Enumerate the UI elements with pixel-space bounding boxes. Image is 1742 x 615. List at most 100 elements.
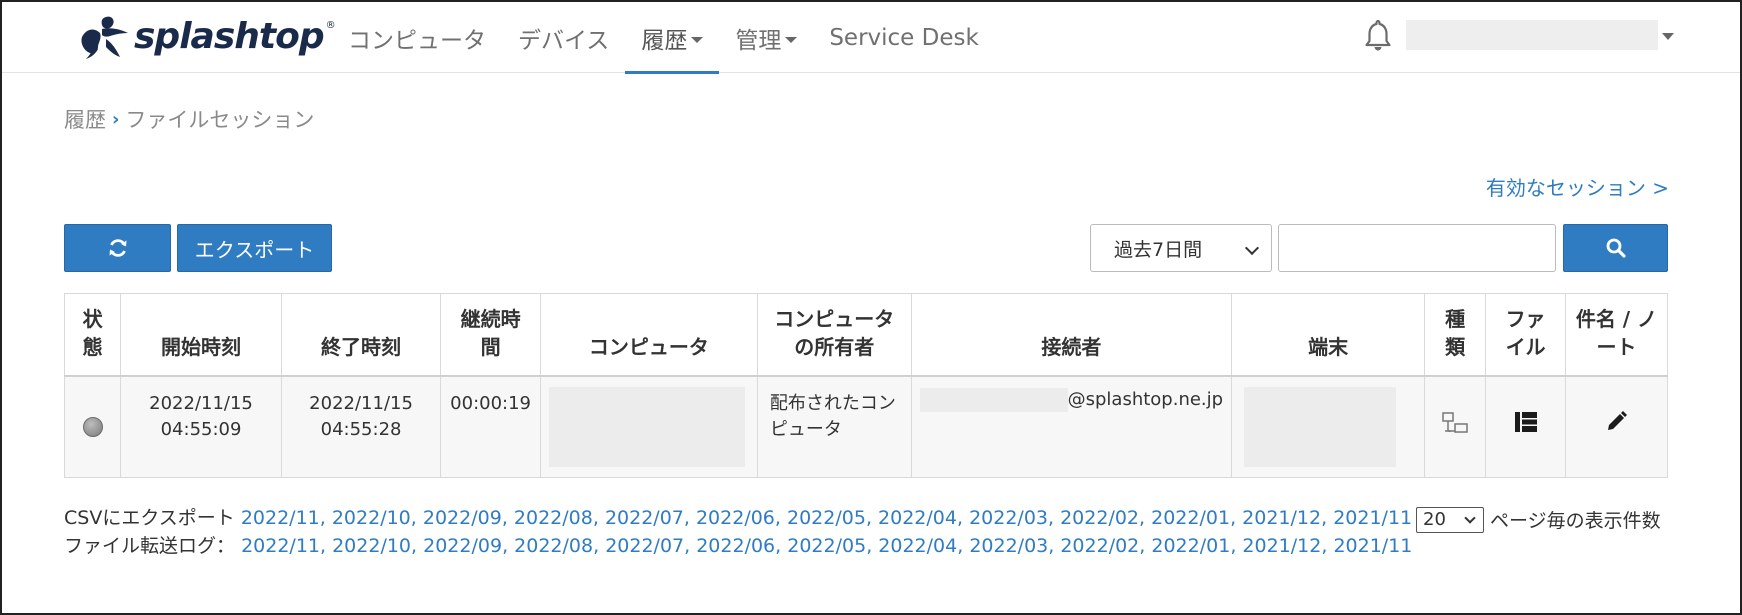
user-account-menu[interactable] <box>1406 20 1658 50</box>
connector-value: @splashtop.ne.jp <box>919 387 1224 413</box>
main-nav: コンピュータ デバイス 履歴 管理 Service Desk <box>332 2 995 74</box>
subject-icon-wrap <box>1566 391 1667 433</box>
nav-service-desk[interactable]: Service Desk <box>813 2 994 73</box>
account-chevron-down-icon[interactable] <box>1662 33 1674 40</box>
log-month-link[interactable]: 2022/11 <box>241 535 320 557</box>
csv-month-link[interactable]: 2022/08 <box>514 507 593 529</box>
cell-subject <box>1564 375 1669 478</box>
bell-icon[interactable] <box>1362 18 1394 52</box>
top-header: splashtop ® コンピュータ デバイス 履歴 管理 Service De… <box>2 2 1740 74</box>
csv-month-link[interactable]: 2022/11 <box>241 507 320 529</box>
col-start-time[interactable]: 開始時刻 <box>120 293 282 376</box>
network-type-icon[interactable] <box>1441 411 1469 435</box>
col-status[interactable]: 状 態 <box>63 293 122 376</box>
export-button-label: エクスポート <box>194 237 315 262</box>
nav-computers[interactable]: コンピュータ <box>332 2 502 73</box>
link-separator: , <box>774 507 787 529</box>
csv-month-link[interactable]: 2022/05 <box>787 507 866 529</box>
nav-history[interactable]: 履歴 <box>625 2 720 74</box>
link-separator: , <box>957 535 970 557</box>
col-type[interactable]: 種 類 <box>1424 293 1487 376</box>
file-list-icon[interactable] <box>1514 411 1538 433</box>
link-separator: , <box>775 535 788 557</box>
date-range-value: 過去7日間 <box>1114 238 1203 261</box>
link-separator: , <box>1048 507 1061 529</box>
csv-export-row: CSVにエクスポート 2022/11, 2022/10, 2022/09, 20… <box>64 504 1412 532</box>
col-end-time[interactable]: 終了時刻 <box>280 293 442 376</box>
csv-month-link[interactable]: 2022/10 <box>332 507 411 529</box>
col-duration[interactable]: 継続時 間 <box>440 293 541 376</box>
type-icon-wrap <box>1425 391 1485 435</box>
active-sessions-link[interactable]: 有効なセッション > <box>1486 172 1669 201</box>
col-owner[interactable]: コンピュータ の所有者 <box>756 293 912 376</box>
log-month-link[interactable]: 2022/09 <box>423 535 502 557</box>
breadcrumb-separator-icon: › <box>112 108 120 130</box>
log-month-link[interactable]: 2021/11 <box>1333 535 1412 557</box>
pencil-icon[interactable] <box>1605 410 1628 433</box>
csv-month-link[interactable]: 2022/01 <box>1151 507 1230 529</box>
link-separator: , <box>1230 507 1243 529</box>
col-subject[interactable]: 件名 / ノ ート <box>1564 293 1669 376</box>
csv-month-link[interactable]: 2022/07 <box>605 507 684 529</box>
logo-text: splashtop <box>134 15 325 57</box>
log-month-link[interactable]: 2022/05 <box>787 535 866 557</box>
log-month-link[interactable]: 2022/10 <box>332 535 411 557</box>
log-month-link[interactable]: 2021/12 <box>1242 535 1321 557</box>
col-terminal[interactable]: 端末 <box>1231 293 1426 376</box>
nav-devices-label: デバイス <box>518 27 610 54</box>
link-separator: , <box>320 535 333 557</box>
chevron-down-icon <box>691 36 704 43</box>
chevron-down-icon <box>1464 511 1476 524</box>
link-separator: , <box>956 507 970 529</box>
csv-month-link[interactable]: 2021/11 <box>1333 507 1412 529</box>
csv-export-label: CSVにエクスポート <box>64 507 235 529</box>
splashtop-logo[interactable]: splashtop ® <box>76 10 336 62</box>
csv-month-link[interactable]: 2022/09 <box>423 507 502 529</box>
csv-month-link[interactable]: 2021/12 <box>1242 507 1321 529</box>
nav-management[interactable]: 管理 <box>719 2 813 73</box>
date-range-select[interactable]: 過去7日間 <box>1090 224 1272 272</box>
link-separator: , <box>501 507 514 529</box>
cell-duration: 00:00:19 <box>440 375 541 478</box>
csv-month-link[interactable]: 2022/02 <box>1060 507 1139 529</box>
link-separator: , <box>866 535 879 557</box>
status-dot-icon <box>82 416 103 437</box>
col-connector[interactable]: 接続者 <box>910 293 1233 376</box>
log-month-link[interactable]: 2022/07 <box>605 535 684 557</box>
col-file[interactable]: ファ イル <box>1485 293 1566 376</box>
link-separator: , <box>593 535 606 557</box>
cell-connector: @splashtop.ne.jp <box>910 375 1233 478</box>
table-row[interactable]: 2022/11/15 04:55:09 2022/11/15 04:55:28 … <box>63 375 1669 478</box>
cell-end: 2022/11/15 04:55:28 <box>280 375 442 478</box>
file-log-label: ファイル転送ログ： <box>64 535 236 557</box>
csv-month-link[interactable]: 2022/06 <box>696 507 775 529</box>
refresh-button[interactable] <box>64 224 171 272</box>
link-separator: , <box>502 535 515 557</box>
csv-month-link[interactable]: 2022/04 <box>878 507 957 529</box>
export-button[interactable]: エクスポート <box>177 224 332 272</box>
log-month-link[interactable]: 2022/02 <box>1060 535 1139 557</box>
log-month-link[interactable]: 2022/04 <box>878 535 957 557</box>
search-icon <box>1606 238 1626 258</box>
log-month-link[interactable]: 2022/06 <box>696 535 775 557</box>
log-month-link[interactable]: 2022/08 <box>514 535 593 557</box>
per-page-value: 20 <box>1423 509 1446 530</box>
log-month-link[interactable]: 2022/03 <box>969 535 1048 557</box>
nav-devices[interactable]: デバイス <box>502 2 625 73</box>
log-month-links: 2022/11, 2022/10, 2022/09, 2022/08, 2022… <box>241 535 1412 557</box>
link-separator: , <box>1139 535 1152 557</box>
link-separator: , <box>411 535 424 557</box>
refresh-icon <box>109 239 126 257</box>
logo-mark-icon <box>81 16 128 59</box>
log-month-link[interactable]: 2022/01 <box>1151 535 1230 557</box>
per-page-select[interactable]: 20 <box>1416 506 1484 533</box>
sessions-table: 状 態 開始時刻 終了時刻 継続時 間 コンピュータ コンピュータ の所有者 接… <box>63 293 1669 478</box>
link-separator: , <box>1230 535 1243 557</box>
search-button[interactable] <box>1563 224 1668 272</box>
search-input[interactable] <box>1278 224 1556 272</box>
breadcrumb-history-link[interactable]: 履歴 <box>64 104 106 134</box>
col-computer[interactable]: コンピュータ <box>539 293 758 376</box>
link-separator: , <box>1139 507 1152 529</box>
connector-domain: @splashtop.ne.jp <box>1067 388 1224 410</box>
csv-month-link[interactable]: 2022/03 <box>969 507 1048 529</box>
